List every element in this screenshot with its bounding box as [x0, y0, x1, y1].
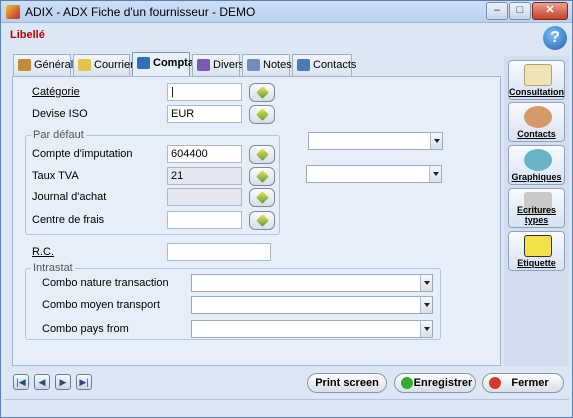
centre-label: Centre de frais — [32, 214, 105, 226]
taux-combo[interactable] — [306, 165, 442, 183]
contacts-icon — [297, 59, 310, 71]
tab-label: Compta — [153, 57, 194, 69]
application-window: ADIX - ADX Fiche d'un fournisseur - DEMO… — [0, 0, 573, 418]
chevron-down-icon — [429, 166, 441, 182]
libelle-label: Libellé — [10, 29, 45, 41]
chevron-down-icon — [420, 275, 432, 291]
chevron-down-icon — [420, 297, 432, 313]
journal-label: Journal d'achat — [32, 191, 107, 203]
mail-icon — [78, 59, 91, 71]
consultation-button[interactable]: Consultation — [508, 60, 565, 100]
accounting-icon — [137, 57, 150, 69]
devise-input[interactable]: EUR — [167, 105, 242, 123]
tab-label: Contacts — [313, 59, 357, 71]
window-title: ADIX - ADX Fiche d'un fournisseur - DEMO — [25, 5, 256, 19]
minimize-button[interactable]: – — [486, 2, 508, 20]
ecritures-types-button[interactable]: Ecritures types — [508, 188, 565, 228]
sidebar-label: Graphiques — [511, 172, 562, 182]
contacts-button[interactable]: Contacts — [508, 102, 565, 142]
journal-lookup-button[interactable] — [249, 188, 275, 207]
rc-input[interactable] — [167, 243, 271, 261]
pays-label: Combo pays from — [42, 323, 129, 335]
transport-combo[interactable] — [191, 296, 433, 314]
devise-lookup-button[interactable] — [249, 105, 275, 124]
categorie-input[interactable]: | — [167, 83, 242, 101]
compte-combo[interactable] — [308, 132, 443, 150]
status-bar — [4, 399, 569, 415]
categorie-label: Catégorie — [32, 86, 80, 98]
next-record-button[interactable]: ▶ — [55, 374, 71, 390]
graphiques-button[interactable]: Graphiques — [508, 145, 565, 185]
tab-label: Général — [34, 59, 74, 71]
help-icon[interactable]: ? — [543, 26, 567, 50]
sidebar-label: Contacts — [517, 129, 556, 139]
etiquette-button[interactable]: Etiquette — [508, 231, 565, 271]
compte-label: Compte d'imputation — [32, 148, 133, 160]
save-label: Enregistrer — [413, 377, 473, 389]
tab-courrier[interactable]: Courrier — [73, 54, 134, 76]
maximize-button[interactable]: □ — [509, 2, 531, 20]
close-icon — [489, 377, 501, 389]
sidebar: Consultation Contacts Graphiques Ecritur… — [504, 56, 569, 366]
pays-combo[interactable] — [191, 320, 433, 338]
chevron-down-icon — [430, 133, 442, 149]
taux-label: Taux TVA — [32, 170, 79, 182]
tab-label: Divers — [213, 59, 245, 71]
previous-record-button[interactable]: ◀ — [34, 374, 50, 390]
tab-label: Courrier — [94, 59, 134, 71]
nature-combo[interactable] — [191, 274, 433, 292]
compte-lookup-button[interactable] — [249, 145, 275, 164]
close-window-button[interactable]: ✕ — [532, 2, 568, 20]
transport-label: Combo moyen transport — [42, 299, 160, 311]
tab-label: Notes — [263, 59, 292, 71]
save-icon — [401, 377, 413, 389]
tab-compta[interactable]: Compta — [132, 52, 194, 76]
tab-contacts[interactable]: Contacts — [292, 54, 356, 76]
footer-bar: |◀ ◀ ▶ ▶| Print screen Enregistrer Ferme… — [1, 369, 572, 397]
person-icon — [524, 106, 552, 128]
rc-label: R.C. — [32, 246, 54, 258]
categorie-lookup-button[interactable] — [249, 83, 275, 102]
taux-input[interactable]: 21 — [167, 167, 242, 185]
tab-general[interactable]: Général — [13, 54, 74, 76]
fermer-button[interactable]: Fermer — [482, 373, 564, 393]
people-icon — [197, 59, 210, 71]
centre-input[interactable] — [167, 211, 242, 229]
sidebar-label: Consultation — [509, 87, 564, 97]
compte-input[interactable]: 604400 — [167, 145, 242, 163]
tab-divers[interactable]: Divers — [192, 54, 244, 76]
app-icon — [6, 5, 20, 19]
tab-notes[interactable]: Notes — [242, 54, 292, 76]
general-icon — [18, 59, 31, 71]
devise-label: Devise ISO — [32, 108, 88, 120]
chevron-down-icon — [420, 321, 432, 337]
intrastat-label: Intrastat — [31, 262, 75, 274]
compta-panel: Catégorie | Devise ISO EUR Par défaut Co… — [12, 76, 501, 366]
centre-lookup-button[interactable] — [249, 211, 275, 230]
book-icon — [524, 64, 552, 86]
label-icon — [524, 235, 552, 257]
journal-input[interactable] — [167, 188, 242, 206]
nature-label: Combo nature transaction — [42, 277, 169, 289]
close-label: Fermer — [511, 377, 549, 389]
par-defaut-label: Par défaut — [31, 129, 86, 141]
print-screen-button[interactable]: Print screen — [307, 373, 387, 393]
pie-chart-icon — [524, 149, 552, 171]
header: Libellé ? — [1, 23, 572, 51]
taux-lookup-button[interactable] — [249, 167, 275, 186]
notes-icon — [247, 59, 260, 71]
first-record-button[interactable]: |◀ — [13, 374, 29, 390]
title-bar: ADIX - ADX Fiche d'un fournisseur - DEMO… — [1, 1, 572, 23]
sidebar-label: Etiquette — [517, 258, 556, 268]
last-record-button[interactable]: ▶| — [76, 374, 92, 390]
enregistrer-button[interactable]: Enregistrer — [394, 373, 476, 393]
sidebar-label: Ecritures types — [516, 205, 557, 225]
